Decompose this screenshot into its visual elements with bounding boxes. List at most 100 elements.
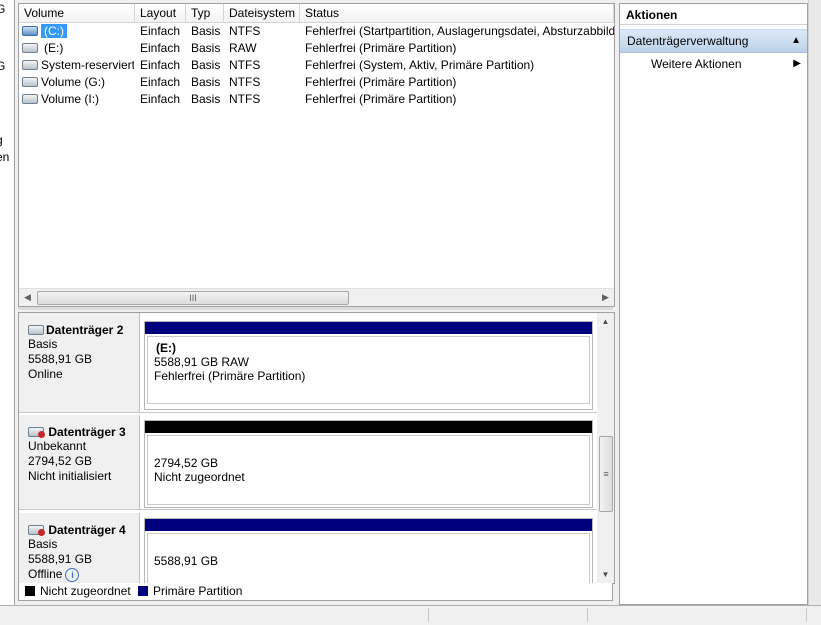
left-pane-edge: G G g en: [0, 0, 15, 605]
disk-list[interactable]: Datenträger 2 Basis 5588,91 GB Online (E…: [18, 312, 615, 584]
disk-name: Datenträger 2: [46, 323, 124, 337]
legend-swatch-unallocated: [25, 586, 35, 596]
layout-cell: Einfach: [140, 92, 181, 106]
typ-cell: Basis: [191, 41, 221, 55]
actions-pane: Aktionen Datenträgerverwaltung ▲ Weitere…: [619, 3, 808, 605]
typ-cell: Basis: [191, 92, 221, 106]
typ-cell: Basis: [191, 75, 221, 89]
volume-name-cell: Volume (I:): [22, 91, 134, 108]
partition-offline[interactable]: 5588,91 GB: [144, 518, 593, 583]
column-header-layout[interactable]: Layout: [135, 4, 186, 22]
status-cell: Fehlerfrei (Primäre Partition): [305, 75, 457, 89]
disk-type: Basis: [28, 537, 58, 551]
disk-type: Basis: [28, 337, 58, 351]
disk-info[interactable]: Datenträger 2 Basis 5588,91 GB Online: [19, 313, 140, 412]
partition-bar: [145, 322, 592, 334]
disk-row[interactable]: Datenträger 4 Basis 5588,91 GB Offline i …: [19, 513, 597, 583]
status-bar-divider: [428, 608, 429, 622]
volume-label: (E:): [44, 41, 64, 55]
drive-icon: [22, 93, 38, 104]
left-pane-fragment: g: [0, 133, 3, 147]
left-pane-fragment: en: [0, 150, 10, 164]
layout-cell: Einfach: [140, 41, 181, 55]
left-pane-fragment: G: [0, 2, 5, 16]
legend-label: Nicht zugeordnet: [40, 584, 131, 598]
partition-bar: [145, 519, 592, 531]
volume-name-cell: (C:): [22, 23, 134, 40]
scroll-right-icon[interactable]: ▶: [597, 289, 614, 306]
partition-size: 5588,91 GB RAW: [154, 355, 249, 369]
partition-size: 2794,52 GB: [154, 456, 219, 470]
section-label: Datenträgerverwaltung: [627, 34, 749, 48]
disk-size: 5588,91 GB: [28, 552, 93, 566]
layout-cell: Einfach: [140, 58, 181, 72]
scroll-left-icon[interactable]: ◀: [19, 289, 36, 306]
volume-label: (C:): [41, 24, 67, 38]
volume-row[interactable]: System-reserviert Einfach Basis NTFS Feh…: [19, 57, 614, 74]
column-header-volume[interactable]: Volume: [19, 4, 135, 22]
hscroll-thumb[interactable]: III: [37, 291, 349, 305]
partition-e[interactable]: (E:) 5588,91 GB RAW Fehlerfrei (Primäre …: [144, 321, 593, 410]
volume-label: Volume (I:): [41, 92, 100, 106]
column-header-status[interactable]: Status: [300, 4, 614, 22]
disk-size: 2794,52 GB: [28, 454, 93, 468]
disk-info[interactable]: Datenträger 3 Unbekannt 2794,52 GB Nicht…: [19, 415, 140, 509]
filesystem-cell: RAW: [229, 41, 257, 55]
disk-icon: [28, 324, 44, 335]
column-header-typ[interactable]: Typ: [186, 4, 224, 22]
disk-row[interactable]: Datenträger 2 Basis 5588,91 GB Online (E…: [19, 313, 597, 413]
disk-list-vscrollbar[interactable]: ▲ ≡ ▼: [597, 313, 614, 583]
volume-list-header: Volume Layout Typ Dateisystem Status: [19, 4, 614, 23]
disk-row[interactable]: Datenträger 3 Unbekannt 2794,52 GB Nicht…: [19, 415, 597, 510]
typ-cell: Basis: [191, 58, 221, 72]
volume-list[interactable]: Volume Layout Typ Dateisystem Status (C:…: [18, 3, 615, 307]
partition-bar: [145, 421, 592, 433]
actions-title: Aktionen: [620, 4, 807, 25]
scroll-up-icon[interactable]: ▲: [597, 313, 614, 330]
pane-splitter[interactable]: [18, 307, 613, 310]
volume-row[interactable]: Volume (G:) Einfach Basis NTFS Fehlerfre…: [19, 74, 614, 91]
volume-name-cell: Volume (G:): [22, 74, 134, 91]
status-cell: Fehlerfrei (Primäre Partition): [305, 92, 457, 106]
actions-section-datentraegerverwaltung[interactable]: Datenträgerverwaltung ▲: [620, 29, 807, 53]
legend: Nicht zugeordnet Primäre Partition: [18, 583, 613, 601]
partition-size: 5588,91 GB: [154, 554, 219, 568]
submenu-arrow-icon: ▶: [793, 58, 801, 69]
partition-unallocated[interactable]: 2794,52 GB Nicht zugeordnet: [144, 420, 593, 508]
volume-list-hscrollbar[interactable]: ◀ III ▶: [19, 288, 614, 306]
disk-error-icon: [38, 431, 45, 439]
left-pane-fragment: G: [0, 59, 5, 73]
volume-row[interactable]: (C:) Einfach Basis NTFS Fehlerfrei (Star…: [19, 23, 614, 40]
filesystem-cell: NTFS: [229, 24, 261, 38]
volume-name-cell: System-reserviert: [22, 57, 134, 74]
disk-state: Nicht initialisiert: [28, 469, 112, 483]
disk-name: Datenträger 4: [48, 523, 126, 537]
collapse-icon[interactable]: ▲: [791, 30, 801, 52]
disk-state: Online: [28, 367, 63, 381]
partition-status: Nicht zugeordnet: [154, 470, 245, 484]
layout-cell: Einfach: [140, 24, 181, 38]
volume-name-cell: (E:): [22, 40, 134, 57]
volume-label: System-reserviert: [41, 58, 134, 72]
volume-label: Volume (G:): [41, 75, 106, 89]
action-weitere-aktionen[interactable]: Weitere Aktionen ▶: [620, 53, 807, 75]
status-cell: Fehlerfrei (Startpartition, Auslagerungs…: [305, 24, 614, 38]
partition-label: (E:): [156, 341, 176, 355]
legend-swatch-primary: [138, 586, 148, 596]
status-cell: Fehlerfrei (Primäre Partition): [305, 41, 457, 55]
status-bar-divider: [806, 608, 807, 622]
filesystem-cell: NTFS: [229, 92, 261, 106]
status-bar: [0, 605, 821, 625]
volume-row[interactable]: Volume (I:) Einfach Basis NTFS Fehlerfre…: [19, 91, 614, 108]
info-icon[interactable]: i: [65, 567, 80, 582]
typ-cell: Basis: [191, 24, 221, 38]
disk-size: 5588,91 GB: [28, 352, 93, 366]
disk-type: Unbekannt: [28, 439, 87, 453]
volume-row[interactable]: (E:) Einfach Basis RAW Fehlerfrei (Primä…: [19, 40, 614, 57]
scroll-down-icon[interactable]: ▼: [597, 566, 614, 583]
disk-info[interactable]: Datenträger 4 Basis 5588,91 GB Offline i: [19, 513, 140, 583]
drive-icon: [22, 42, 38, 53]
window-right-edge: [808, 0, 821, 605]
vscroll-thumb[interactable]: ≡: [599, 436, 613, 512]
column-header-dateisystem[interactable]: Dateisystem: [224, 4, 300, 22]
